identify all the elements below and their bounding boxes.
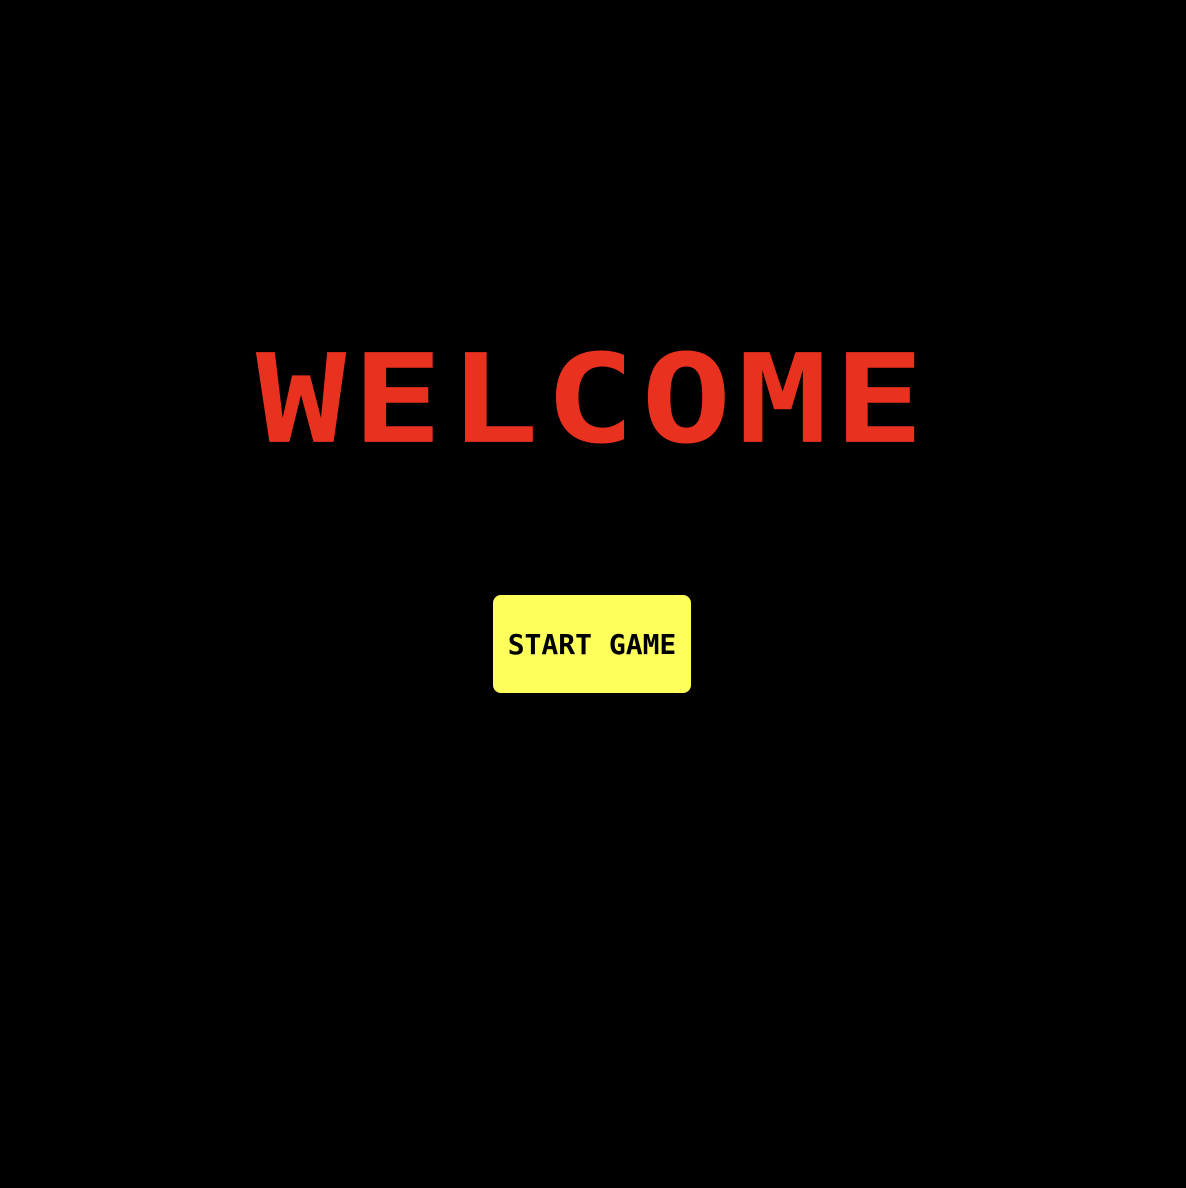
welcome-title: WELCOME <box>255 328 931 472</box>
start-game-button[interactable]: START GAME <box>493 595 691 693</box>
welcome-screen: WELCOME START GAME <box>0 0 1186 1188</box>
start-game-label: START GAME <box>507 627 677 661</box>
